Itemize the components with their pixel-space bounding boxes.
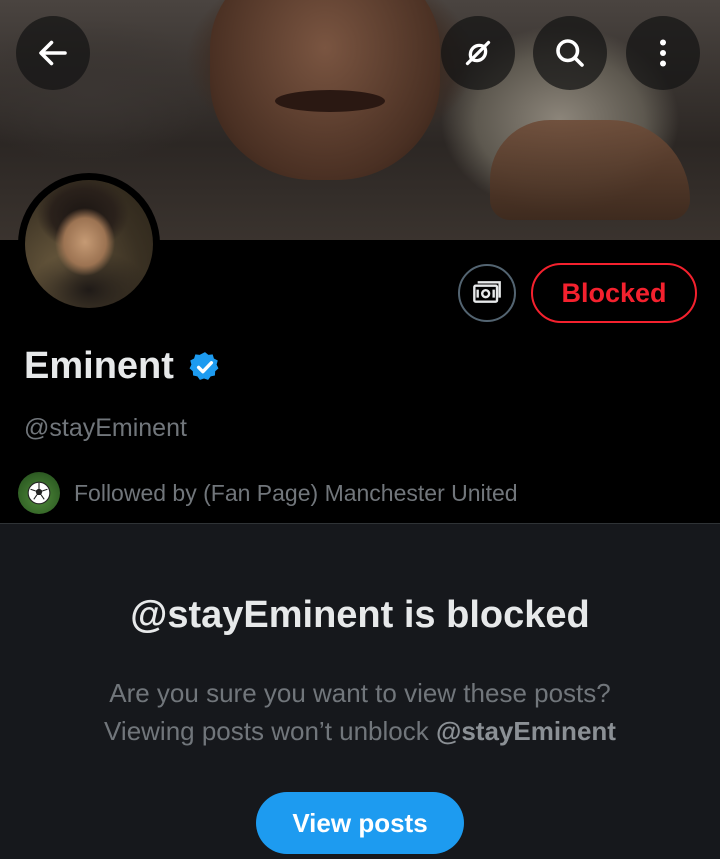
blocked-description: Are you sure you want to view these post… — [0, 674, 720, 750]
back-button[interactable] — [16, 16, 90, 90]
blocked-desc-line1: Are you sure you want to view these post… — [109, 678, 611, 708]
profile-avatar[interactable] — [18, 173, 160, 315]
arrow-left-icon — [39, 40, 67, 66]
search-button[interactable] — [533, 16, 607, 90]
followed-by-row[interactable]: Followed by (Fan Page) Manchester United — [18, 472, 518, 514]
more-vertical-icon — [660, 39, 666, 67]
banner-hand — [490, 120, 690, 220]
money-icon — [473, 281, 501, 303]
soccer-ball-icon — [27, 481, 51, 505]
search-icon — [556, 39, 584, 67]
grok-button[interactable] — [441, 16, 515, 90]
profile-name-row: Eminent — [24, 345, 222, 388]
more-button[interactable] — [626, 16, 700, 90]
follower-avatar — [18, 472, 60, 514]
profile-handle: @stayEminent — [24, 414, 187, 442]
followed-by-text: Followed by (Fan Page) Manchester United — [74, 479, 518, 506]
subscribe-button[interactable] — [458, 264, 516, 322]
grok-slash-icon — [465, 40, 491, 66]
blocked-desc-line2-prefix: Viewing posts won’t unblock — [104, 716, 436, 746]
verified-badge-icon[interactable] — [188, 350, 222, 384]
blocked-notice-panel: @stayEminent is blocked Are you sure you… — [0, 524, 720, 859]
blocked-button[interactable]: Blocked — [531, 263, 697, 323]
profile-name: Eminent — [24, 345, 174, 387]
blocked-title: @stayEminent is blocked — [130, 594, 590, 636]
blocked-desc-line2: Viewing posts won’t unblock @stayEminent — [0, 712, 720, 750]
banner-mouth — [275, 90, 385, 112]
view-posts-button[interactable]: View posts — [256, 792, 464, 854]
blocked-desc-handle: @stayEminent — [435, 716, 616, 746]
avatar-image — [25, 180, 153, 308]
